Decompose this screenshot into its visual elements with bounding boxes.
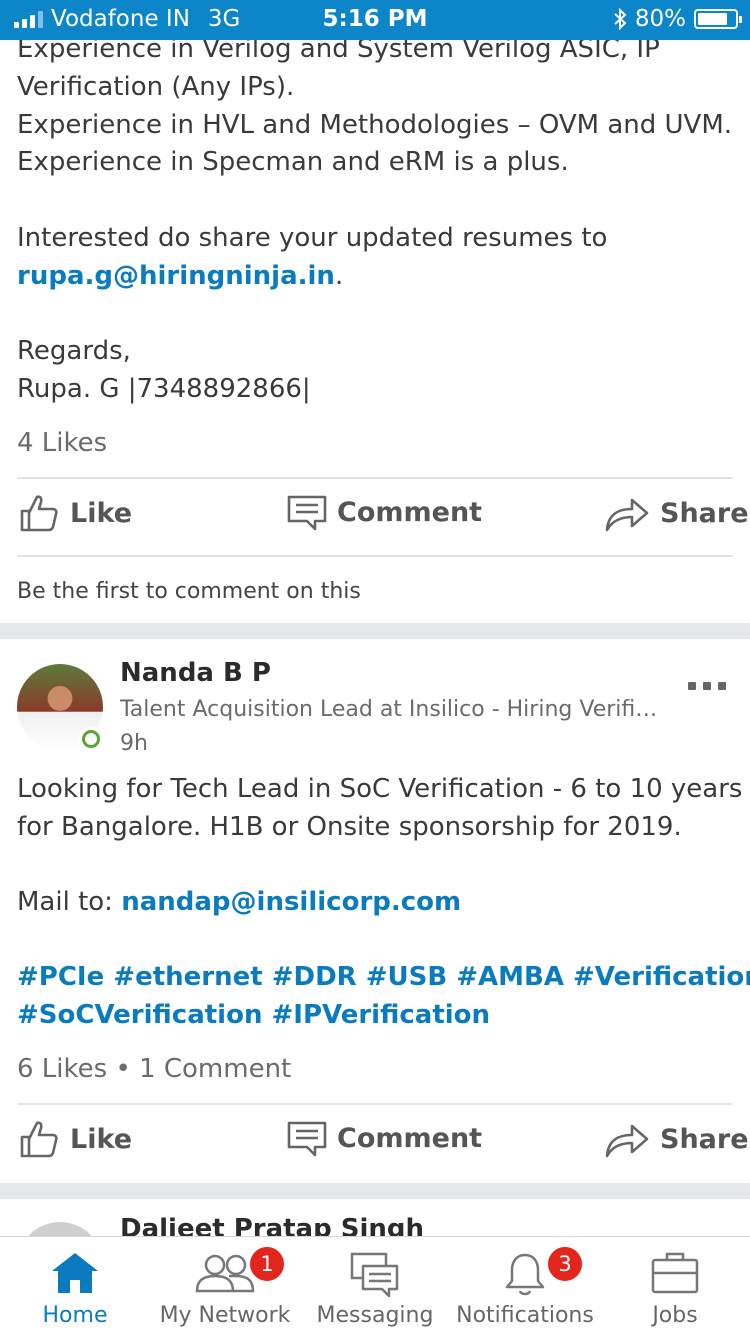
share-label: Share bbox=[660, 497, 749, 529]
divider bbox=[17, 477, 733, 479]
post2-email-link[interactable]: nandap@insilicorp.com bbox=[121, 887, 461, 917]
post1-email-suffix: . bbox=[334, 261, 344, 291]
post1-signature: Rupa. G |7348892866| bbox=[17, 374, 311, 404]
post1-line: Verification (Any IPs). bbox=[17, 72, 295, 102]
thumbs-up-icon bbox=[20, 1121, 58, 1158]
post1-line: Experience in HVL and Methodologies – OV… bbox=[17, 110, 733, 140]
post2-hashtags[interactable]: #SoCVerification #IPVerification bbox=[17, 996, 490, 1034]
post2-likes-count[interactable]: 6 Likes bbox=[17, 1054, 107, 1084]
bullet-separator: • bbox=[115, 1054, 131, 1084]
first-comment-prompt[interactable]: Be the first to comment on this bbox=[17, 573, 361, 611]
post2-author-name[interactable]: Nanda B P bbox=[120, 658, 271, 688]
tab-label: Jobs bbox=[652, 1303, 698, 1328]
like-label: Like bbox=[70, 1123, 133, 1155]
like-label: Like bbox=[70, 497, 133, 529]
tab-home[interactable]: Home bbox=[0, 1237, 150, 1335]
comment-icon bbox=[287, 495, 327, 531]
feed-separator bbox=[0, 1183, 750, 1199]
people-icon bbox=[195, 1254, 255, 1293]
post1-line: Experience in Specman and eRM is a plus. bbox=[17, 147, 569, 177]
tab-label: Messaging bbox=[316, 1303, 434, 1328]
status-right: 80% bbox=[613, 6, 742, 32]
status-bar: Vodafone IN 3G 5:16 PM 80% bbox=[0, 0, 750, 40]
like-button[interactable]: Like bbox=[18, 492, 132, 534]
comment-label: Comment bbox=[337, 496, 483, 528]
share-icon bbox=[605, 498, 649, 532]
tab-my-network[interactable]: 1 My Network bbox=[150, 1237, 300, 1335]
notification-badge: 1 bbox=[248, 1245, 286, 1283]
bluetooth-icon bbox=[614, 8, 627, 30]
bottom-tab-bar: Home 1 My Network Messaging 3 Notificati… bbox=[0, 1236, 750, 1335]
comment-label: Comment bbox=[337, 1122, 483, 1154]
post2-mail-line: Mail to: nandap@insilicorp.com bbox=[17, 883, 461, 921]
comment-button[interactable]: Comment bbox=[287, 492, 482, 532]
more-options-icon[interactable] bbox=[688, 682, 726, 690]
post2-social-counts: 6 Likes • 1 Comment bbox=[17, 1050, 291, 1088]
post1-likes-count[interactable]: 4 Likes bbox=[17, 424, 107, 462]
tab-label: Notifications bbox=[456, 1303, 594, 1328]
post1-regards: Regards, bbox=[17, 336, 131, 366]
tab-label: My Network bbox=[159, 1303, 291, 1328]
post2-hashtags[interactable]: #PCIe #ethernet #DDR #USB #AMBA #Verific… bbox=[17, 958, 750, 996]
post2-body-line: for Bangalore. H1B or Onsite sponsorship… bbox=[17, 812, 682, 842]
like-button[interactable]: Like bbox=[18, 1118, 132, 1160]
comment-icon bbox=[287, 1121, 327, 1157]
post2-comments-count[interactable]: 1 Comment bbox=[139, 1054, 291, 1084]
post1-email-line: rupa.g@hiringninja.in. bbox=[17, 257, 343, 295]
share-icon bbox=[605, 1124, 649, 1158]
tab-label: Home bbox=[42, 1303, 108, 1328]
comment-button[interactable]: Comment bbox=[287, 1118, 482, 1158]
post1-email-link[interactable]: rupa.g@hiringninja.in bbox=[17, 261, 335, 291]
post1-line: Interested do share your updated resumes… bbox=[17, 223, 608, 253]
battery-percent: 80% bbox=[634, 6, 686, 32]
online-status-icon bbox=[79, 727, 103, 751]
post2-timestamp: 9h bbox=[120, 731, 148, 756]
post2-mail-prefix: Mail to: bbox=[17, 887, 122, 917]
bell-icon bbox=[505, 1253, 545, 1296]
tab-notifications[interactable]: 3 Notifications bbox=[450, 1237, 600, 1335]
share-button[interactable]: Share bbox=[604, 1118, 749, 1160]
notification-badge: 3 bbox=[546, 1245, 584, 1283]
briefcase-icon bbox=[651, 1252, 699, 1294]
divider bbox=[17, 1103, 733, 1105]
post2-body-line: Looking for Tech Lead in SoC Verificatio… bbox=[17, 774, 743, 804]
share-label: Share bbox=[660, 1123, 749, 1155]
share-button[interactable]: Share bbox=[604, 492, 749, 534]
tab-jobs[interactable]: Jobs bbox=[600, 1237, 750, 1335]
thumbs-up-icon bbox=[20, 495, 58, 532]
post2-author-headline: Talent Acquisition Lead at Insilico - Hi… bbox=[120, 697, 665, 722]
battery-icon bbox=[694, 9, 742, 29]
messages-icon bbox=[350, 1252, 399, 1297]
feed-separator bbox=[0, 623, 750, 639]
divider bbox=[17, 555, 733, 557]
home-icon bbox=[52, 1253, 98, 1293]
tab-messaging[interactable]: Messaging bbox=[300, 1237, 450, 1335]
